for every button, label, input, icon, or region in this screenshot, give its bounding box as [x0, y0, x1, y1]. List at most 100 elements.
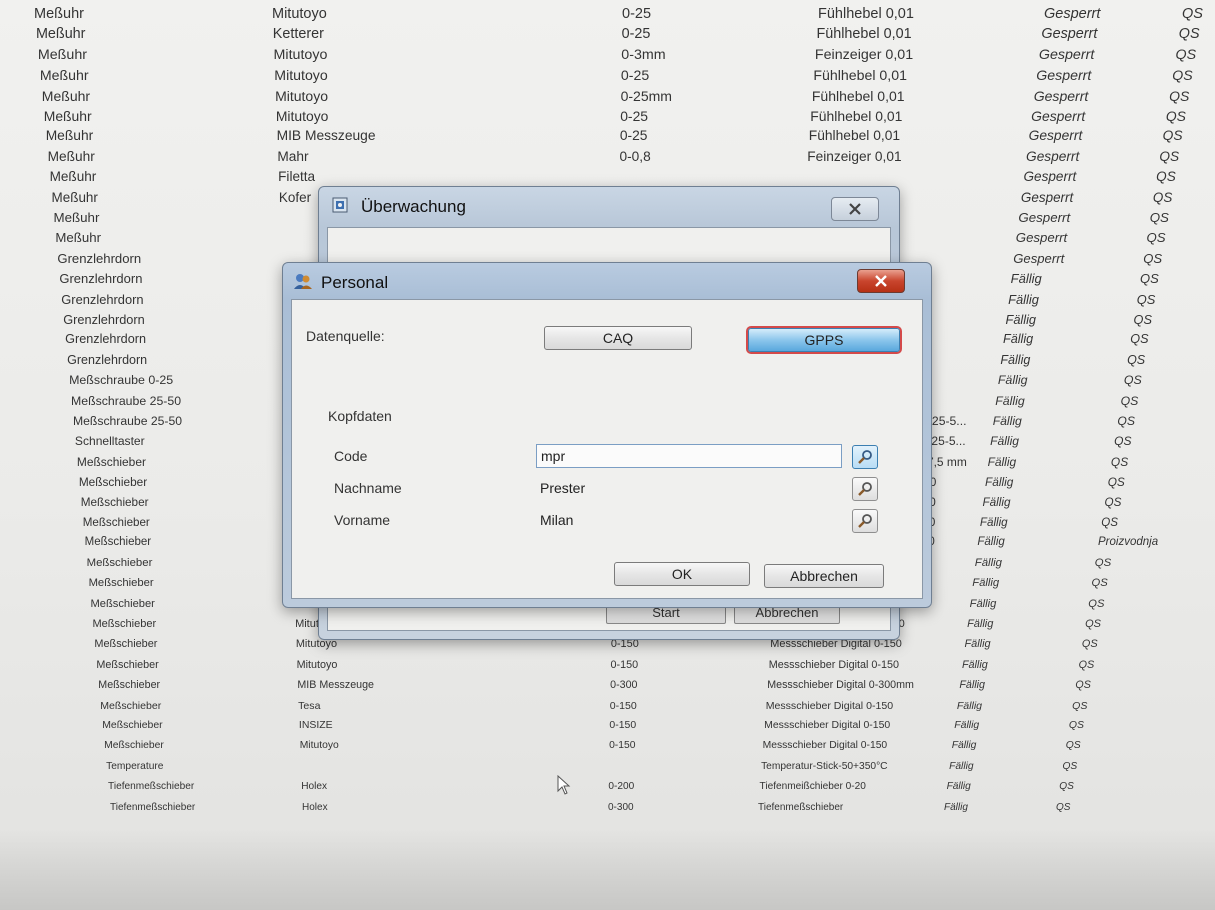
cell-desc: Messschieber Digital 0-150	[765, 699, 894, 712]
ueberwachung-close-button[interactable]	[831, 197, 879, 221]
cell-range: 0-0,8	[619, 148, 651, 164]
cell-status: Fällig	[985, 475, 1014, 490]
cell-status: Fällig	[949, 760, 974, 772]
cell-maker: Ketterer	[272, 26, 324, 43]
table-row[interactable]: Temperature Temperatur-Stick-50+350°C Fäll…	[0, 761, 1215, 781]
cell-dept: QS	[1133, 312, 1152, 327]
cell-type: Meßschieber	[94, 638, 158, 651]
cell-status: Fällig	[995, 393, 1025, 408]
cell-type: Meßschieber	[102, 720, 163, 731]
cell-maker: Mitutoyo	[296, 658, 338, 671]
cell-status: Gesperrt	[1013, 250, 1065, 266]
cell-status: Gesperrt	[1015, 230, 1068, 246]
cell-type: Meßuhr	[35, 26, 86, 43]
cell-desc: Fühlhebel 0,01	[810, 108, 903, 124]
cell-range: 0-25	[621, 26, 651, 43]
table-row[interactable]: Meßuhr Mahr 0-0,8 Feinzeiger 0,01 Gesperrt QS	[0, 149, 1215, 169]
cell-dept: QS	[1110, 454, 1129, 469]
cell-type: Meßschraube 0-25	[69, 373, 174, 388]
table-row[interactable]: Meßschieber Mitutoyo 0-150 Messschieber Dig…	[0, 638, 1215, 658]
cell-dept: QS	[1101, 516, 1118, 529]
table-row[interactable]: Meßschieber Tesa 0-150 Messschieber Digital…	[0, 700, 1215, 720]
cell-maker: Mitutoyo	[272, 6, 327, 22]
cell-status: Fällig	[954, 720, 980, 731]
vorname-input[interactable]	[536, 508, 842, 532]
cell-range: 0-25	[620, 108, 649, 124]
cell-status: Fällig	[1000, 352, 1031, 367]
cell-dept: QS	[1075, 679, 1091, 692]
personal-client: Datenquelle: CAQ GPPS Kopfdaten Code Nac…	[291, 299, 923, 599]
cell-range: 0-3mm	[621, 46, 666, 63]
cell-dept: QS	[1068, 720, 1085, 731]
cell-type: Meßuhr	[45, 128, 94, 144]
personal-close-button[interactable]	[857, 269, 905, 293]
cell-dept: QS	[1062, 760, 1078, 772]
table-row[interactable]: Tiefenmeßschieber Holex 0-300 Tiefenmeßschi…	[0, 802, 1215, 822]
source-gpps-button[interactable]: GPPS	[748, 328, 900, 352]
cell-range: 0-150	[609, 720, 637, 731]
personal-titlebar[interactable]: Personal	[283, 263, 931, 299]
cell-type: Grenzlehrdorn	[59, 271, 143, 287]
table-row[interactable]: Meßschieber MIB Messzeuge 0-300 Messschiebe…	[0, 679, 1215, 699]
cell-maker: Mitutoyo	[275, 87, 329, 104]
nachname-input[interactable]	[536, 476, 842, 500]
ueberwachung-titlebar[interactable]: Überwachung	[319, 187, 899, 223]
cell-range: 0-150	[610, 658, 639, 671]
cell-status: Gesperrt	[1026, 148, 1080, 164]
table-row[interactable]: Meßuhr MIB Messzeuge 0-25 Fühlhebel 0,01 Ges…	[0, 128, 1215, 148]
table-row[interactable]: Meßschieber Mitutoyo 0-150 Messschieber Dig…	[0, 740, 1215, 760]
cell-dept: QS	[1085, 618, 1101, 630]
cell-status: Fällig	[956, 699, 983, 712]
cell-status: Fällig	[979, 516, 1008, 529]
cell-status: Gesperrt	[1020, 189, 1074, 205]
cell-dept: QS	[1059, 781, 1074, 793]
cell-dept: QS	[1178, 26, 1200, 43]
table-row[interactable]: Meßuhr Mitutoyo 0-25 Fühlhebel 0,01 Gesperrt…	[0, 67, 1215, 87]
cell-maker: Filetta	[278, 169, 316, 185]
ueberwachung-title: Überwachung	[361, 197, 466, 216]
table-row[interactable]: Meßuhr Mitutoyo 0-25 Fühlhebel 0,01 Gesperrt…	[0, 108, 1215, 128]
cell-desc: Feinzeiger 0,01	[807, 148, 902, 164]
cell-desc: Temperatur-Stick-50+350°C	[761, 760, 888, 772]
cell-dept: QS	[1149, 210, 1169, 225]
cell-type: Meßschieber	[100, 699, 162, 712]
search-icon	[858, 514, 872, 528]
cell-status: Gesperrt	[1033, 87, 1089, 104]
cell-dept: QS	[1123, 373, 1142, 388]
code-input[interactable]	[536, 444, 842, 468]
cell-type: Meßschieber	[76, 454, 146, 469]
search-icon	[858, 482, 872, 496]
table-row[interactable]: Meßuhr Ketterer 0-25 Fühlhebel 0,01 Gesperrt…	[0, 26, 1215, 46]
ok-button[interactable]: OK	[614, 562, 750, 586]
cell-type: Meßschieber	[84, 536, 152, 549]
cell-status: Fällig	[977, 536, 1005, 549]
nachname-lookup-button[interactable]	[852, 477, 878, 501]
cell-maker: Tesa	[298, 699, 321, 712]
search-icon	[858, 450, 872, 464]
cell-status: Fällig	[944, 801, 968, 813]
table-row[interactable]: Meßuhr Mitutoyo 0-3mm Feinzeiger 0,01 Gesper…	[0, 47, 1215, 67]
table-row[interactable]: Meßschieber INSIZE 0-150 Messschieber Digit…	[0, 720, 1215, 740]
vorname-lookup-button[interactable]	[852, 509, 878, 533]
cell-status: Fällig	[946, 781, 971, 793]
cell-status: Fällig	[990, 434, 1019, 449]
cell-range: 0-150	[609, 740, 636, 752]
table-row[interactable]: Meßschieber Mitutoyo 0-150 Messschieber Dig…	[0, 659, 1215, 679]
cell-maker: Mitutoyo	[273, 46, 328, 63]
table-row[interactable]: Meßuhr Mitutoyo 0-25 Fühlhebel 0,01 Gesperrt…	[0, 6, 1215, 26]
cell-desc: Fühlhebel 0,01	[808, 128, 901, 144]
cell-dept: QS	[1114, 434, 1132, 449]
cell-dept: Proizvodnja	[1098, 536, 1159, 549]
table-row[interactable]: Tiefenmeßschieber Holex 0-200 Tiefenmeißchi…	[0, 781, 1215, 801]
cancel-button[interactable]: Abbrechen	[764, 564, 884, 588]
cell-desc: Tiefenmeßschieber	[758, 801, 844, 813]
cell-range: 0-200	[608, 781, 635, 793]
source-caq-button[interactable]: CAQ	[544, 326, 692, 350]
table-row[interactable]: Meßuhr Mitutoyo 0-25mm Fühlhebel 0,01 Gesper…	[0, 88, 1215, 108]
cell-type: Grenzlehrdorn	[65, 332, 146, 347]
cell-type: Meßschieber	[78, 475, 148, 490]
code-lookup-button[interactable]	[852, 445, 878, 469]
cell-dept: QS	[1182, 6, 1203, 22]
cell-dept: QS	[1169, 87, 1190, 104]
cell-desc: Messschieber Digital 0-150	[768, 658, 899, 671]
